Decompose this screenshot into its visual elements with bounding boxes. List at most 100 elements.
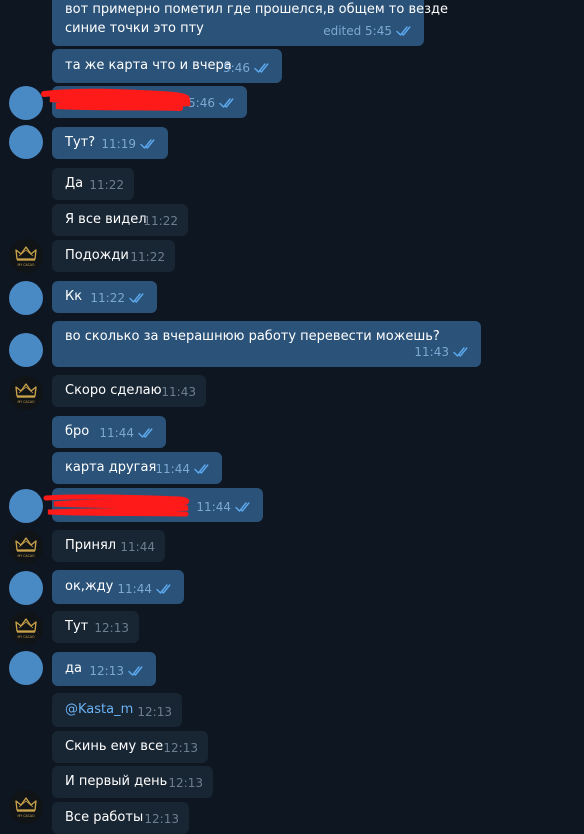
message-bubble[interactable]: Принял 11:44 bbox=[52, 530, 165, 562]
read-ticks-icon bbox=[235, 501, 253, 513]
message-time: 12:13 bbox=[137, 705, 172, 719]
message-time: 11:43 bbox=[161, 385, 196, 399]
message-bubble[interactable]: та же карта что и вчера 5:46 bbox=[52, 49, 282, 83]
message-text: бро bbox=[65, 424, 90, 439]
read-ticks-icon bbox=[128, 665, 146, 677]
message-meta: 11:43 bbox=[161, 383, 196, 401]
message-time: 12:13 bbox=[89, 664, 124, 678]
message-meta: 12:13 bbox=[89, 662, 146, 680]
read-ticks-icon bbox=[140, 138, 158, 150]
message-text: Да bbox=[65, 176, 84, 191]
message-meta: 11:22 bbox=[130, 248, 165, 266]
read-ticks-icon bbox=[194, 463, 212, 475]
message-meta: 12:13 bbox=[163, 739, 198, 757]
read-ticks-icon bbox=[254, 62, 272, 74]
avatar[interactable] bbox=[9, 651, 43, 685]
avatar[interactable] bbox=[9, 333, 43, 367]
avatar[interactable] bbox=[9, 376, 43, 410]
message-bubble[interactable]: Кк 11:22 bbox=[52, 281, 157, 313]
message-text: карта другая bbox=[65, 460, 157, 475]
avatar[interactable] bbox=[9, 571, 43, 605]
message-text: синие точки это пту bbox=[65, 21, 204, 36]
message-text: Подожди bbox=[65, 248, 129, 263]
message-bubble[interactable]: бро 11:44 bbox=[52, 416, 166, 448]
message-text: Скинь ему все bbox=[65, 739, 164, 754]
avatar[interactable] bbox=[9, 239, 43, 273]
message-time: 11:22 bbox=[90, 291, 125, 305]
mention-link[interactable]: @Kasta_m bbox=[65, 701, 133, 719]
message-bubble[interactable]: Подожди 11:22 bbox=[52, 240, 175, 272]
message-time: edited 5:45 bbox=[323, 24, 392, 38]
message-time: 11:22 bbox=[143, 214, 178, 228]
message-bubble[interactable]: Да 11:22 bbox=[52, 168, 134, 200]
message-bubble[interactable]: карта другая 11:44 bbox=[52, 452, 222, 484]
avatar[interactable] bbox=[9, 489, 43, 523]
message-meta: edited 5:45 bbox=[323, 22, 414, 40]
message-meta: 11:22 bbox=[90, 289, 147, 307]
message-bubble[interactable]: И первый день 12:13 bbox=[52, 766, 213, 798]
read-ticks-icon bbox=[396, 25, 414, 37]
message-time: 11:22 bbox=[130, 250, 165, 264]
message-text: ок,жду bbox=[65, 579, 114, 594]
message-text: да bbox=[65, 661, 82, 676]
message-time: 12:13 bbox=[144, 812, 179, 826]
message-text: Тут bbox=[65, 619, 89, 634]
message-meta: 12:13 bbox=[137, 703, 172, 721]
message-text: вот примерно пометил где прошелся,в обще… bbox=[65, 2, 449, 17]
message-bubble[interactable]: вот примерно пометил где прошелся,в обще… bbox=[52, 0, 448, 46]
message-bubble[interactable]: Скоро сделаю 11:43 bbox=[52, 375, 206, 407]
message-bubble[interactable]: да 12:13 bbox=[52, 652, 156, 686]
message-time: 12:13 bbox=[163, 741, 198, 755]
message-bubble[interactable]: ок,жду 11:44 bbox=[52, 570, 184, 604]
avatar[interactable] bbox=[9, 281, 43, 315]
message-meta: 11:44 bbox=[196, 498, 253, 516]
avatar[interactable] bbox=[9, 530, 43, 564]
message-meta: 11:44 bbox=[120, 538, 155, 556]
message-time: 11:44 bbox=[120, 540, 155, 554]
message-meta: 11:22 bbox=[143, 212, 178, 230]
message-text: И первый день bbox=[65, 774, 168, 789]
message-bubble[interactable]: Все работы 12:13 bbox=[52, 802, 189, 834]
message-meta: 11:44 bbox=[99, 424, 156, 442]
avatar[interactable] bbox=[9, 125, 43, 159]
read-ticks-icon bbox=[453, 346, 471, 358]
message-time: 5:46 bbox=[223, 61, 250, 75]
message-bubble[interactable]: Скинь ему все 12:13 bbox=[52, 731, 208, 763]
message-time: 11:43 bbox=[414, 345, 449, 359]
read-ticks-icon bbox=[156, 583, 174, 595]
read-ticks-icon bbox=[219, 97, 237, 109]
message-time: 11:19 bbox=[101, 137, 136, 151]
message-meta: 11:22 bbox=[89, 176, 124, 194]
message-bubble[interactable]: во сколько за вчерашнюю работу перевести… bbox=[52, 321, 481, 367]
redaction-scribble bbox=[41, 88, 191, 111]
message-time: 11:44 bbox=[155, 462, 190, 476]
message-time: 11:44 bbox=[196, 500, 231, 514]
message-text: та же карта что и вчера bbox=[65, 58, 232, 73]
read-ticks-icon bbox=[138, 427, 156, 439]
message-bubble[interactable]: Тут? 11:19 bbox=[52, 127, 168, 159]
message-bubble[interactable]: Тут 12:13 bbox=[52, 611, 139, 643]
message-meta: 11:44 bbox=[117, 580, 174, 598]
message-meta: 12:13 bbox=[168, 774, 203, 792]
message-meta: 12:13 bbox=[144, 810, 179, 828]
message-meta: 5:46 bbox=[223, 59, 272, 77]
message-text: Кк bbox=[65, 289, 83, 304]
message-text: Принял bbox=[65, 538, 117, 553]
avatar[interactable] bbox=[9, 86, 43, 120]
message-meta: 12:13 bbox=[94, 619, 129, 637]
message-text: Тут? bbox=[65, 135, 96, 150]
message-text: Я все видел bbox=[65, 212, 147, 227]
message-bubble[interactable]: Я все видел 11:22 bbox=[52, 204, 188, 236]
message-text: во сколько за вчерашнюю работу перевести… bbox=[65, 329, 440, 344]
message-meta: 11:19 bbox=[101, 135, 158, 153]
message-time: 12:13 bbox=[168, 776, 203, 790]
message-time: 11:44 bbox=[117, 582, 152, 596]
message-meta: 11:43 bbox=[414, 343, 471, 361]
message-text: Скоро сделаю bbox=[65, 383, 162, 398]
avatar[interactable] bbox=[9, 611, 43, 645]
message-time: 11:22 bbox=[89, 178, 124, 192]
avatar[interactable] bbox=[9, 790, 43, 824]
message-bubble[interactable]: @Kasta_m 12:13 bbox=[52, 693, 182, 727]
message-text: Все работы bbox=[65, 810, 144, 825]
redaction-scribble bbox=[43, 494, 190, 517]
